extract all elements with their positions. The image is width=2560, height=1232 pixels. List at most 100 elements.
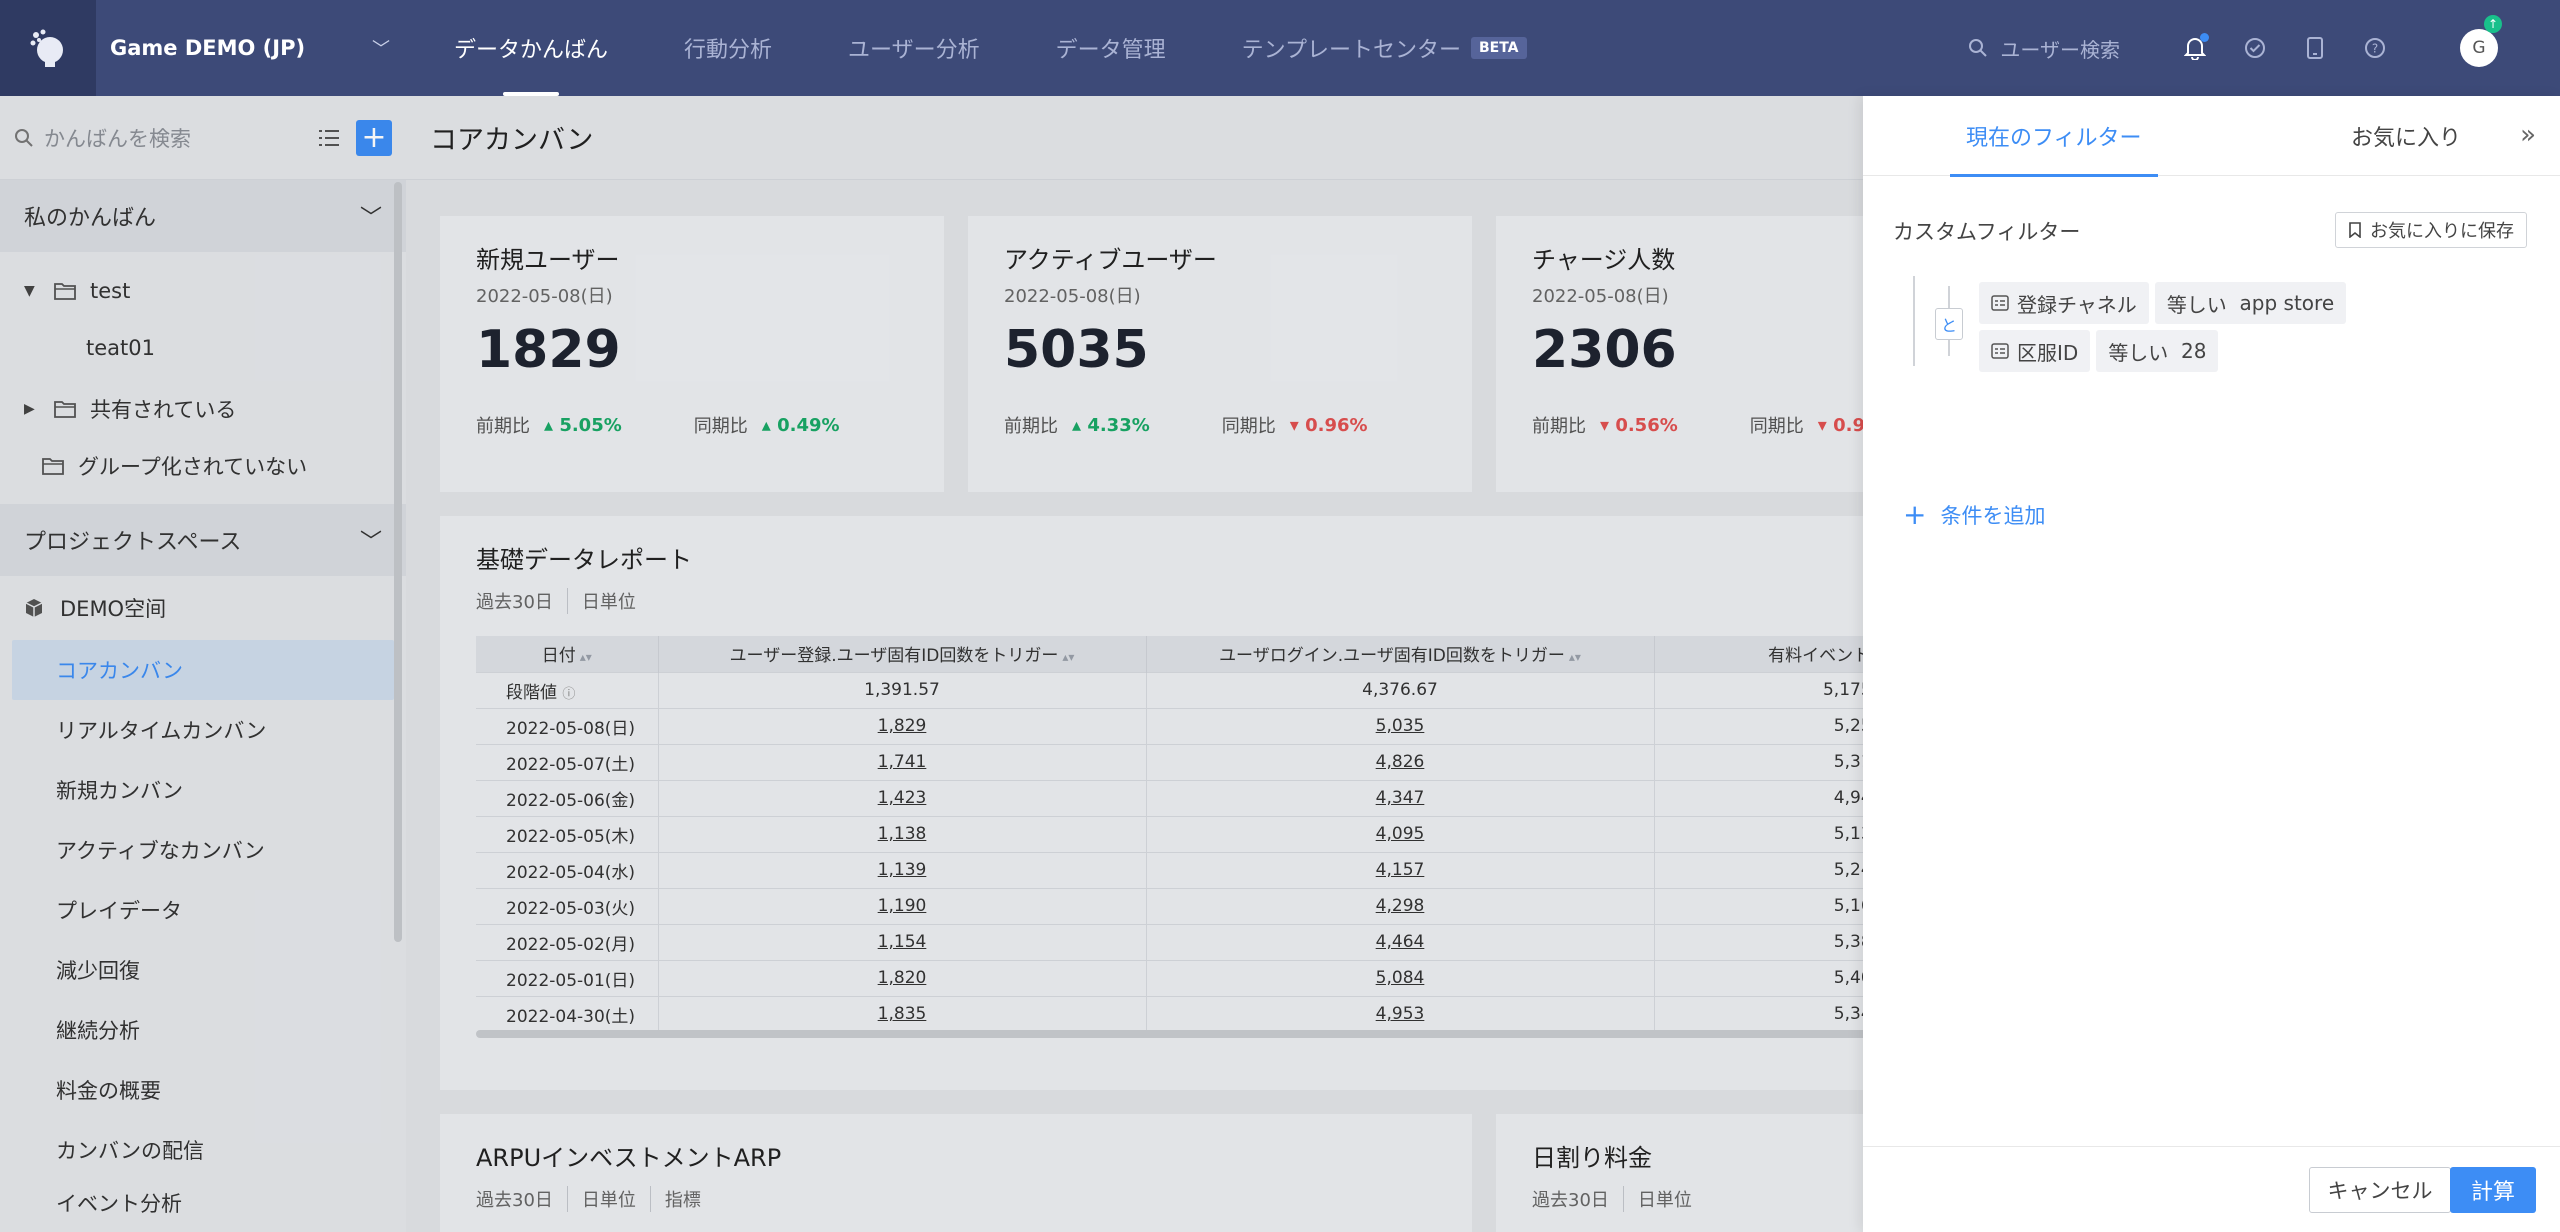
main-nav: データかんばん 行動分析 ユーザー分析 データ管理 テンプレートセンター BETA (454, 0, 1603, 96)
filter-panel: 現在のフィルター お気に入り » カスタムフィルター お気に入りに保存 と 登録… (1863, 96, 2560, 1232)
folder-test[interactable]: ▼ test (0, 262, 406, 319)
table-cell-link[interactable]: 1,835 (658, 995, 1147, 1032)
board-distribution[interactable]: カンバンの配信 (0, 1120, 406, 1180)
user-search[interactable]: ユーザー検索 (1968, 34, 2120, 63)
notification-button[interactable] (2180, 33, 2210, 63)
table-cell-link[interactable]: 4,095 (1146, 815, 1655, 852)
board-active[interactable]: アクティブなカンバン (0, 820, 406, 880)
app-logo[interactable] (0, 0, 96, 96)
add-condition-button[interactable]: + 条件を追加 (1903, 498, 2045, 531)
filter-panel-footer: キャンセル 計算 (1863, 1146, 2560, 1232)
col-date[interactable]: 日付 ▴▾ (476, 636, 659, 672)
table-cell-link[interactable]: 1,820 (658, 959, 1147, 996)
col-login[interactable]: ユーザログイン.ユーザ固有ID回数をトリガー ▴▾ (1146, 636, 1655, 672)
nav-user-analysis[interactable]: ユーザー分析 (848, 0, 980, 96)
trend-up-pct: ▴ 0.49% (761, 414, 840, 436)
chevron-down-icon: ﹀ (359, 206, 382, 231)
sort-icon: ▴▾ (1568, 650, 1581, 665)
condition-field[interactable]: 登録チャネル (1979, 282, 2149, 324)
folder-icon (54, 400, 76, 418)
board-new[interactable]: 新規カンバン (0, 760, 406, 820)
table-cell-date: 2022-05-01(日) (476, 959, 659, 996)
collapse-panel-icon[interactable]: » (2520, 120, 2536, 150)
board-teat01[interactable]: teat01 (0, 319, 406, 376)
tab-favorites[interactable]: お気に入り (2351, 96, 2461, 176)
notification-dot (2200, 33, 2209, 42)
custom-filter-label: カスタムフィルター (1893, 220, 2081, 244)
table-cell-link[interactable]: 1,741 (658, 743, 1147, 780)
logo-icon (30, 29, 63, 67)
table-cell-link[interactable]: 1,423 (658, 779, 1147, 816)
kpi-value: 5035 (1004, 320, 1149, 380)
search-icon (1969, 39, 1988, 57)
mobile-icon (2307, 37, 2323, 59)
tasks-button[interactable] (2240, 33, 2270, 63)
nav-template-center[interactable]: テンプレートセンター BETA (1242, 0, 1527, 96)
kpi-card-new-users[interactable]: 新規ユーザー 2022-05-08(日) 1829 前期比 ▴ 5.05% 同期比… (440, 216, 944, 492)
table-row: 2022-05-08(日)1,8295,0355,256,64 (476, 707, 1915, 744)
col-registration[interactable]: ユーザー登録.ユーザ固有ID回数をトリガー ▴▾ (658, 636, 1147, 672)
cancel-button[interactable]: キャンセル (2309, 1167, 2451, 1213)
folder-icon (54, 282, 76, 300)
list-view-icon[interactable] (318, 128, 340, 148)
my-kanban-section[interactable]: 私のかんばん ﹀ (0, 180, 406, 252)
table-cell-link[interactable]: 5,084 (1146, 959, 1655, 996)
trend-down-pct: ▾ 0.96% (1289, 414, 1368, 436)
table-cell-link[interactable]: 4,347 (1146, 779, 1655, 816)
space-demo[interactable]: DEMO空间 (0, 576, 406, 640)
board-core-kanban[interactable]: コアカンバン (12, 640, 394, 700)
project-space-section[interactable]: プロジェクトスペース ﹀ (0, 504, 406, 576)
svg-text:?: ? (2372, 42, 2378, 56)
table-row: 2022-05-04(水)1,1394,1575,242,32 (476, 851, 1915, 888)
board-retention[interactable]: 継続分析 (0, 1000, 406, 1060)
table-cell-link[interactable]: 5,035 (1146, 707, 1655, 744)
board-realtime[interactable]: リアルタイムカンバン (0, 700, 406, 760)
tab-current-filter[interactable]: 現在のフィルター (1950, 96, 2158, 177)
and-toggle[interactable]: と (1935, 308, 1963, 340)
table-row: 2022-05-07(土)1,7414,8265,314,46 (476, 743, 1915, 780)
board-decline-recovery[interactable]: 減少回復 (0, 940, 406, 1000)
user-avatar[interactable]: G ↑ (2460, 15, 2502, 67)
table-cell-link[interactable]: 1,154 (658, 923, 1147, 960)
nav-behavior-analysis[interactable]: 行動分析 (684, 0, 772, 96)
board-event-analysis[interactable]: イベント分析 (0, 1180, 406, 1220)
table-cell-link[interactable]: 1,139 (658, 851, 1147, 888)
board-revenue-overview[interactable]: 料金の概要 (0, 1060, 406, 1120)
calculate-button[interactable]: 計算 (2450, 1167, 2536, 1213)
folder-shared[interactable]: ▶ 共有されている (0, 380, 406, 437)
table-horizontal-scrollbar[interactable] (476, 1030, 1896, 1038)
table-cell-link[interactable]: 4,157 (1146, 851, 1655, 888)
board-play-data[interactable]: プレイデータ (0, 880, 406, 940)
table-cell-link[interactable]: 4,464 (1146, 923, 1655, 960)
table-cell-link[interactable]: 4,298 (1146, 887, 1655, 924)
attribute-icon (1991, 295, 2009, 311)
table-cell-link[interactable]: 1,829 (658, 707, 1147, 744)
mobile-button[interactable] (2300, 33, 2330, 63)
project-selector[interactable]: Game DEMO (JP) ﹀ (96, 0, 404, 96)
folder-ungrouped[interactable]: グループ化されていない (0, 437, 406, 494)
plus-icon: + (1903, 498, 1927, 531)
add-kanban-button[interactable]: + (356, 119, 392, 156)
top-right-tools: ユーザー検索 ? G ↑ (1968, 0, 2560, 96)
save-to-favorites-button[interactable]: お気に入りに保存 (2335, 212, 2527, 248)
condition-operator-value[interactable]: 等しい app store (2154, 282, 2347, 324)
top-navigation-bar: Game DEMO (JP) ﹀ データかんばん 行動分析 ユーザー分析 データ… (0, 0, 2560, 96)
table-cell-date: 2022-05-07(土) (476, 743, 659, 780)
bookmark-icon (2349, 222, 2361, 238)
nav-data-kanban[interactable]: データかんばん (454, 0, 608, 96)
table-cell-date: 2022-05-06(金) (476, 779, 659, 816)
kanban-search-input[interactable]: かんばんを検索 (44, 123, 318, 153)
table-cell-link[interactable]: 1,138 (658, 815, 1147, 852)
condition-operator-value[interactable]: 等しい 28 (2096, 330, 2219, 372)
condition-field[interactable]: 区服ID (1979, 330, 2091, 372)
table-row-stage: 段階値 ⓘ1,391.574,376.675,175,773 (476, 671, 1915, 708)
sidebar-scrollbar[interactable] (394, 182, 402, 942)
table-cell-link[interactable]: 4,953 (1146, 995, 1655, 1032)
nav-data-management[interactable]: データ管理 (1056, 0, 1166, 96)
trend-down-pct: ▾ 0.56% (1600, 414, 1678, 436)
help-button[interactable]: ? (2360, 33, 2390, 63)
kpi-card-active-users[interactable]: アクティブユーザー 2022-05-08(日) 5035 前期比 ▴ 4.33% … (968, 216, 1472, 492)
help-icon: ? (2365, 38, 2385, 58)
table-cell-link[interactable]: 4,826 (1146, 743, 1655, 780)
table-cell-link[interactable]: 1,190 (658, 887, 1147, 924)
